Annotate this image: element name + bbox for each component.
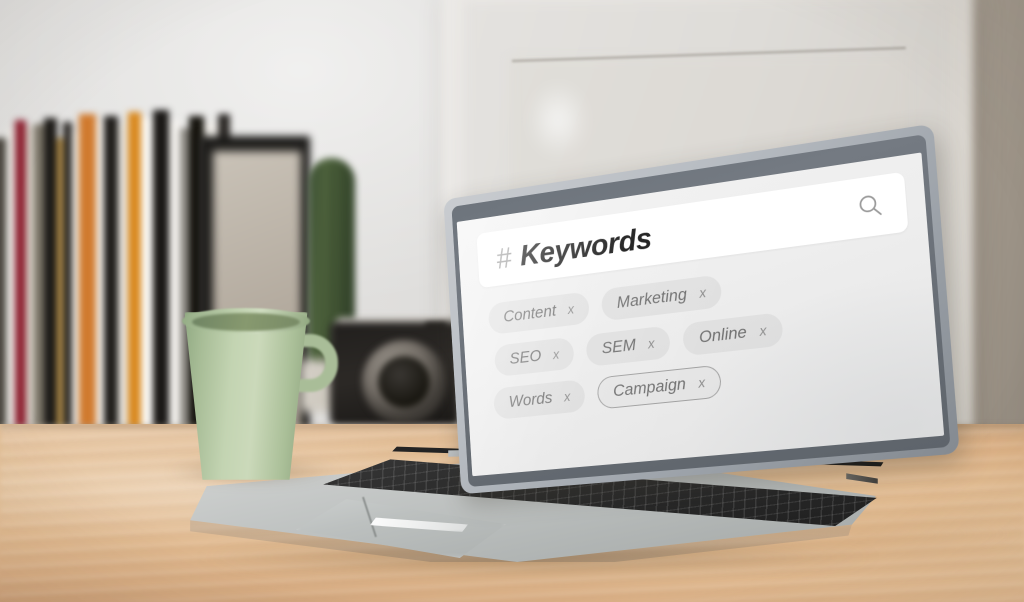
keyword-tag-label: Campaign <box>612 374 687 401</box>
remove-tag-icon[interactable]: x <box>567 301 574 317</box>
laptop-screen: # Keywords Content x Marketing x SEO x SEM x Onl… <box>456 152 945 477</box>
laptop-lid: # Keywords Content x Marketing x SEO x SEM x Onl… <box>443 123 960 495</box>
mug-interior <box>192 313 300 331</box>
search-icon[interactable] <box>853 188 889 225</box>
keyword-tag-label: Words <box>508 388 553 411</box>
keyword-tag-sem[interactable]: SEM x <box>585 325 671 368</box>
keyword-tag-label: Marketing <box>616 284 688 312</box>
desk-scene-photo: # Keywords Content x Marketing x SEO x SEM x Onl… <box>0 0 1024 602</box>
remove-tag-icon[interactable]: x <box>699 284 707 301</box>
keyword-tag-label: SEM <box>601 335 637 358</box>
remove-tag-icon[interactable]: x <box>552 346 559 362</box>
remove-tag-icon[interactable]: x <box>647 335 655 351</box>
remove-tag-icon[interactable]: x <box>698 374 706 391</box>
laptop: # Keywords Content x Marketing x SEO x SEM x Onl… <box>0 0 1024 602</box>
keyword-tag-label: Online <box>698 322 748 347</box>
keyword-tag-content[interactable]: Content x <box>487 291 590 336</box>
coffee-mug <box>182 308 338 480</box>
remove-tag-icon[interactable]: x <box>564 388 571 404</box>
keyword-tag-marketing[interactable]: Marketing x <box>600 274 723 322</box>
keyword-tag-label: SEO <box>509 346 542 368</box>
hashtag-icon: # <box>495 240 512 275</box>
keyword-tag-seo[interactable]: SEO x <box>493 336 575 378</box>
remove-tag-icon[interactable]: x <box>759 322 767 339</box>
keyword-tag-words[interactable]: Words x <box>493 379 586 421</box>
keyword-tag-online[interactable]: Online x <box>681 312 784 357</box>
keyword-tag-campaign[interactable]: Campaign x <box>596 364 722 410</box>
mug-body <box>184 312 308 480</box>
keyword-tag-label: Content <box>502 301 557 326</box>
search-query-text: Keywords <box>518 219 653 272</box>
